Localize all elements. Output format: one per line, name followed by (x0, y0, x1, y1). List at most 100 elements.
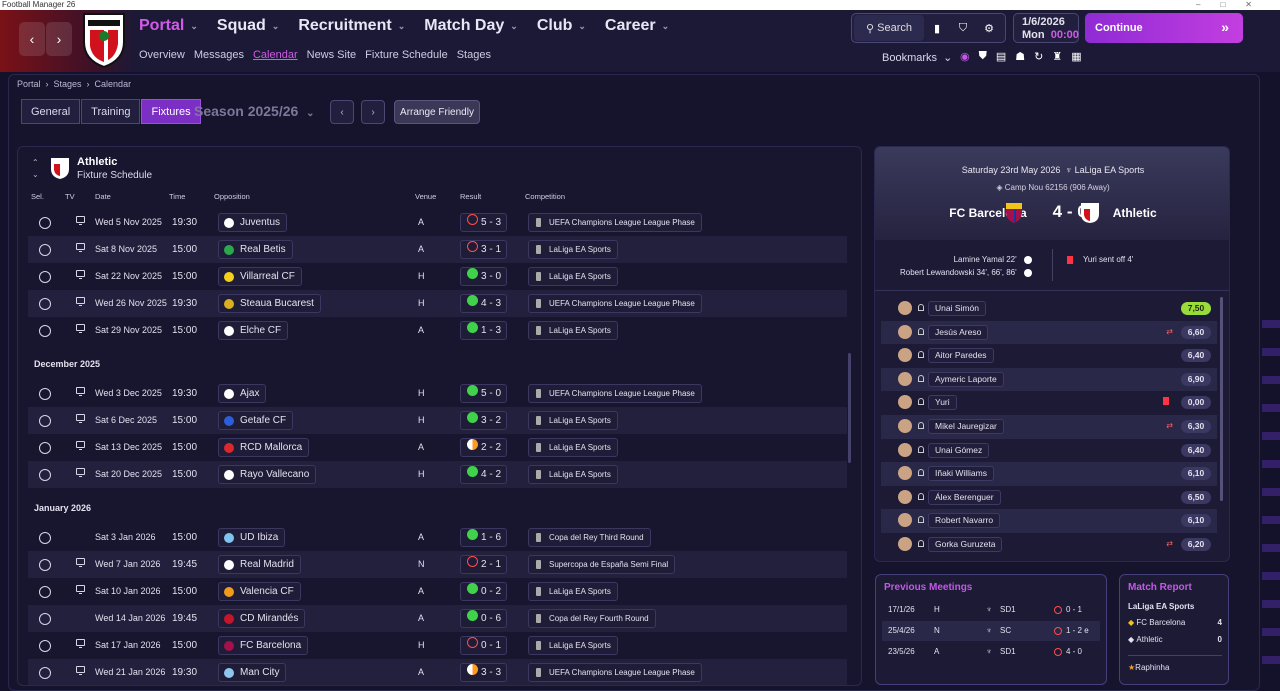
competition-button[interactable]: Copa del Rey Third Round (528, 528, 651, 547)
player-name[interactable]: Iñaki Williams (928, 466, 994, 482)
clipboard-icon[interactable]: ▤ (996, 50, 1006, 63)
select-radio[interactable] (39, 559, 51, 571)
fixture-row[interactable]: Wed 26 Nov 2025 19:30 Steaua Bucarest H 4 - … (28, 290, 847, 317)
fixture-scrollbar[interactable] (848, 353, 851, 463)
select-radio[interactable] (39, 532, 51, 544)
opposition-button[interactable]: Juventus (218, 213, 288, 232)
select-radio[interactable] (39, 388, 51, 400)
player-name[interactable]: Robert Navarro (928, 513, 1001, 529)
continue-button[interactable]: Continue » (1085, 13, 1243, 43)
crumb-calendar[interactable]: Calendar (95, 79, 132, 89)
submenu-messages[interactable]: Messages (194, 49, 244, 61)
player-name[interactable]: Mikel Jauregizar (928, 418, 1004, 434)
people-icon[interactable]: ☗ (1015, 50, 1025, 63)
fixture-row[interactable]: Sat 22 Nov 2025 15:00 Villarreal CF H 3 - 0 L… (28, 263, 847, 290)
opposition-button[interactable]: CD Mirandés (218, 609, 306, 628)
competition-button[interactable]: LaLiga EA Sports (528, 267, 618, 286)
player-name[interactable]: Unai Simón (928, 301, 986, 316)
competition-button[interactable]: UEFA Champions League League Phase (528, 663, 702, 682)
result-badge[interactable]: 5 - 0 (460, 384, 507, 403)
crumb-stages[interactable]: Stages (54, 79, 82, 89)
fixture-row[interactable]: Sat 8 Nov 2025 15:00 Real Betis A 3 - 1 LaLig… (28, 236, 847, 263)
player-name[interactable]: Jesús Areso (928, 324, 989, 340)
submenu-overview[interactable]: Overview (139, 49, 185, 61)
fixture-row[interactable]: Sat 20 Dec 2025 15:00 Rayo Vallecano H 4 - 2… (28, 461, 847, 488)
player-row[interactable]: Mikel Jauregizar ⇄ 6,30 (881, 414, 1217, 439)
competition-button[interactable]: Copa del Rey Fourth Round (528, 609, 656, 628)
bookmarks-dropdown[interactable]: Bookmarks ⌄ (882, 51, 952, 64)
player-name[interactable]: Álex Berenguer (928, 489, 1001, 505)
shield-icon[interactable]: ⛉ (950, 22, 976, 35)
forward-button[interactable]: › (46, 22, 72, 56)
opposition-button[interactable]: UD Ibiza (218, 528, 286, 547)
submenu-stages[interactable]: Stages (457, 49, 491, 61)
select-radio[interactable] (39, 217, 51, 229)
fixture-row[interactable]: Sat 10 Jan 2026 15:00 Valencia CF A 0 - 2 LaL… (28, 578, 847, 605)
arrange-friendly-button[interactable]: Arrange Friendly (394, 100, 480, 124)
result-badge[interactable]: 0 - 6 (460, 609, 507, 628)
player-row[interactable]: Aitor Paredes 6,40 (881, 344, 1217, 368)
refresh-icon[interactable]: ↻ (1034, 50, 1043, 63)
fixture-row[interactable]: Wed 21 Jan 2026 19:30 Man City A 3 - 3 UEFA C… (28, 659, 847, 685)
select-radio[interactable] (39, 415, 51, 427)
competition-button[interactable]: LaLiga EA Sports (528, 465, 618, 484)
result-badge[interactable]: 2 - 2 (460, 438, 507, 457)
opposition-button[interactable]: Rayo Vallecano (218, 465, 317, 484)
prev-season-button[interactable]: ‹ (330, 100, 354, 124)
opposition-button[interactable]: Real Betis (218, 240, 293, 259)
player-row[interactable]: Iñaki Williams 6,10 (881, 462, 1217, 486)
opposition-button[interactable]: Valencia CF (218, 582, 301, 601)
select-radio[interactable] (39, 613, 51, 625)
opposition-button[interactable]: Getafe CF (218, 411, 294, 430)
competition-button[interactable]: UEFA Champions League League Phase (528, 213, 702, 232)
fixture-row[interactable]: Wed 5 Nov 2025 19:30 Juventus A 5 - 3 UEFA Ch… (28, 209, 847, 236)
submenu-fixture-schedule[interactable]: Fixture Schedule (365, 49, 448, 61)
fixture-row[interactable]: Wed 7 Jan 2026 19:45 Real Madrid N 2 - 1 Supe… (28, 551, 847, 578)
result-badge[interactable]: 4 - 3 (460, 294, 507, 313)
select-radio[interactable] (39, 667, 51, 679)
game-date[interactable]: 1/6/2026 Mon 00:00 (1013, 13, 1079, 43)
bookmark-icon[interactable]: ▮ (924, 22, 950, 35)
competition-button[interactable]: LaLiga EA Sports (528, 321, 618, 340)
result-badge[interactable]: 2 - 1 (460, 555, 507, 574)
fixture-row[interactable]: Sat 29 Nov 2025 15:00 Elche CF A 1 - 3 LaLiga… (28, 317, 847, 344)
opposition-button[interactable]: Villarreal CF (218, 267, 302, 286)
opposition-button[interactable]: Elche CF (218, 321, 289, 340)
opposition-button[interactable]: RCD Mallorca (218, 438, 310, 457)
season-dropdown[interactable]: Season 2025/26 ⌄ (194, 103, 314, 119)
player-row[interactable]: Aymeric Laporte 6,90 (881, 367, 1217, 392)
fixture-row[interactable]: Sat 3 Jan 2026 15:00 UD Ibiza A 1 - 6 Copa de… (28, 524, 847, 551)
select-radio[interactable] (39, 640, 51, 652)
fixture-row[interactable]: Sat 6 Dec 2025 15:00 Getafe CF H 3 - 2 LaLiga… (28, 407, 847, 434)
fixture-row[interactable]: Sat 17 Jan 2026 15:00 FC Barcelona H 0 - 1 La… (28, 632, 847, 659)
menu-recruitment[interactable]: Recruitment ⌄ (298, 17, 405, 35)
search-button[interactable]: ⚲ Search (854, 15, 924, 41)
player-row[interactable]: Robert Navarro 6,10 (881, 509, 1217, 533)
window-controls[interactable]: –□✕ (1196, 0, 1272, 10)
player-row[interactable]: Unai Gómez 6,40 (881, 439, 1217, 463)
next-season-button[interactable]: › (361, 100, 385, 124)
menu-portal[interactable]: Portal ⌄ (139, 17, 198, 35)
result-badge[interactable]: 0 - 1 (460, 636, 507, 655)
menu-match-day[interactable]: Match Day ⌄ (424, 17, 518, 35)
tab-training[interactable]: Training (81, 99, 141, 124)
result-badge[interactable]: 3 - 3 (460, 663, 507, 682)
trophy-icon[interactable]: ♜ (1052, 50, 1062, 63)
select-radio[interactable] (39, 271, 51, 283)
opposition-button[interactable]: FC Barcelona (218, 636, 309, 655)
player-name[interactable]: Yuri (928, 395, 957, 411)
menu-club[interactable]: Club ⌄ (537, 17, 586, 35)
opposition-button[interactable]: Real Madrid (218, 555, 301, 574)
select-radio[interactable] (39, 442, 51, 454)
opposition-button[interactable]: Man City (218, 663, 287, 682)
fixture-row[interactable]: Sat 13 Dec 2025 15:00 RCD Mallorca A 2 - 2 La… (28, 434, 847, 461)
player-name[interactable]: Aymeric Laporte (928, 371, 1004, 387)
select-radio[interactable] (39, 586, 51, 598)
competition-button[interactable]: LaLiga EA Sports (528, 636, 618, 655)
collapse-chevron-icon[interactable]: ⌃ ⌄ (32, 157, 39, 181)
meeting-row[interactable]: 25/4/26 N ♆ SC 1 - 2 e (882, 621, 1100, 641)
menu-squad[interactable]: Squad ⌄ (217, 17, 279, 35)
player-row[interactable]: Unai Simón 7,50 (881, 297, 1217, 321)
result-badge[interactable]: 3 - 1 (460, 240, 507, 259)
select-radio[interactable] (39, 244, 51, 256)
